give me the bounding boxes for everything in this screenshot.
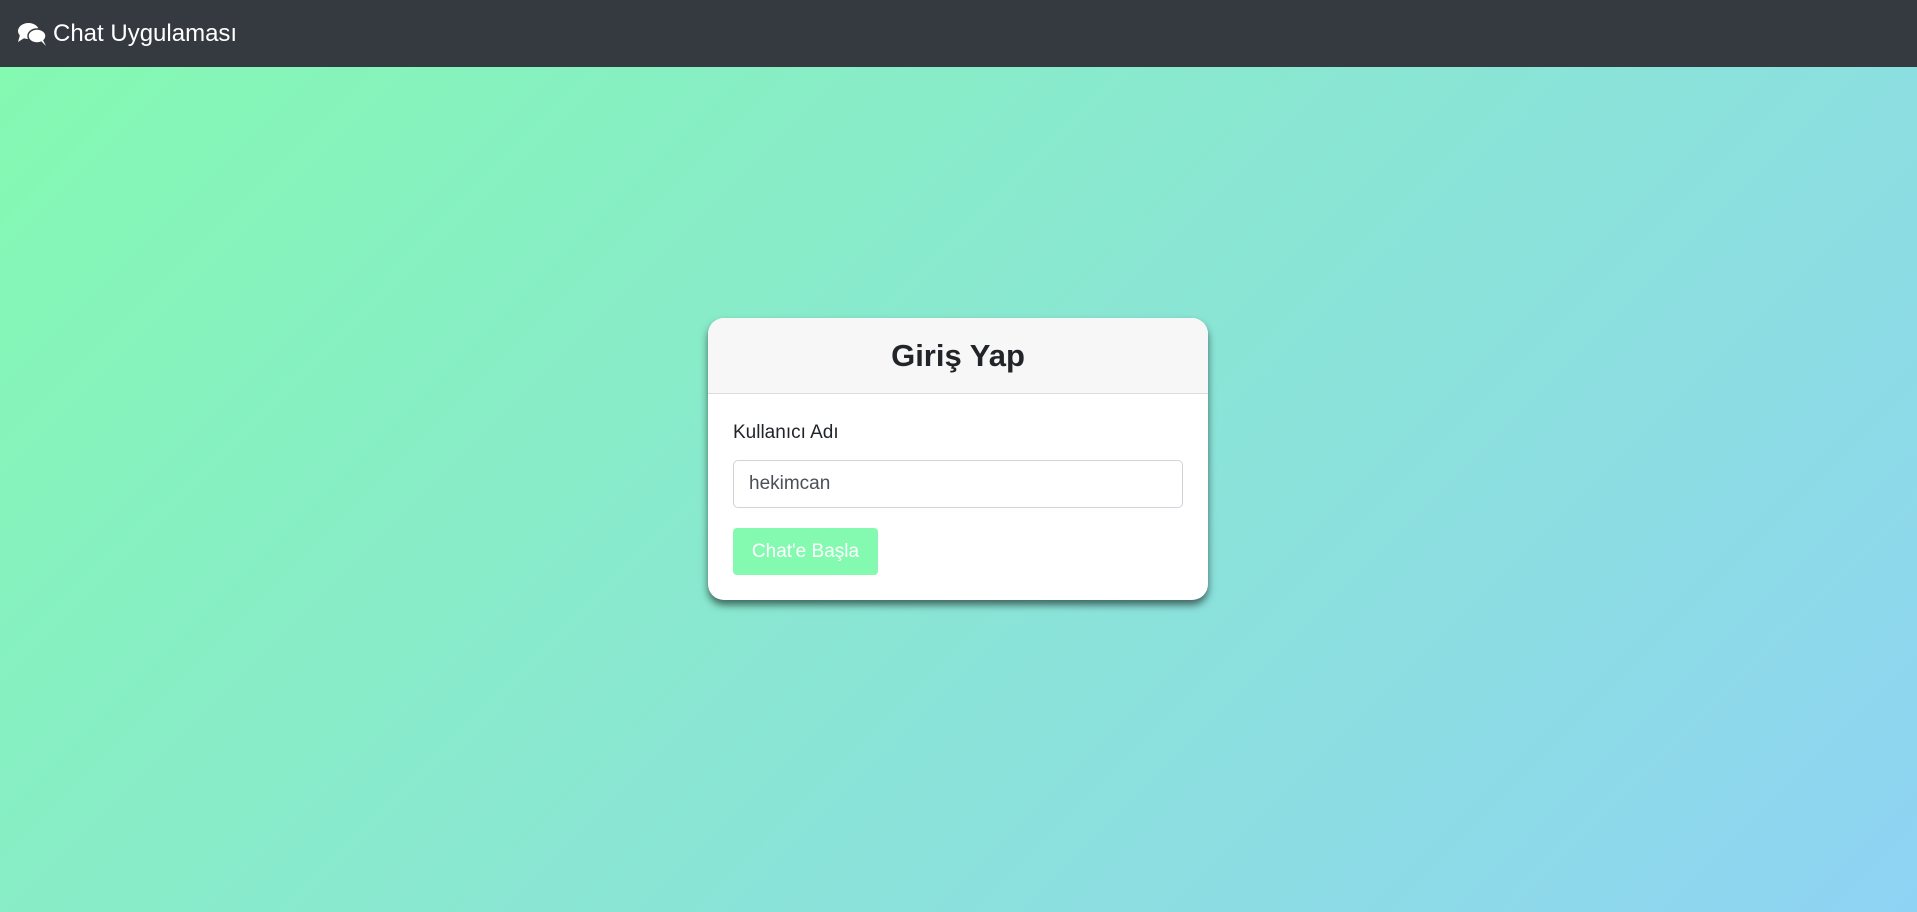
username-label: Kullanıcı Adı — [733, 422, 839, 443]
card-header: Giriş Yap — [708, 318, 1208, 394]
brand-label: Chat Uygulaması — [53, 19, 238, 47]
start-chat-button[interactable]: Chat'e Başla — [733, 528, 878, 575]
comments-icon — [17, 21, 47, 47]
brand-link[interactable]: Chat Uygulaması — [17, 20, 237, 48]
card-title: Giriş Yap — [891, 337, 1025, 373]
navbar: Chat Uygulaması — [0, 0, 1917, 67]
login-card: Giriş Yap Kullanıcı Adı Chat'e Başla — [708, 318, 1208, 600]
username-input[interactable] — [733, 460, 1183, 508]
card-body: Kullanıcı Adı Chat'e Başla — [708, 394, 1208, 600]
